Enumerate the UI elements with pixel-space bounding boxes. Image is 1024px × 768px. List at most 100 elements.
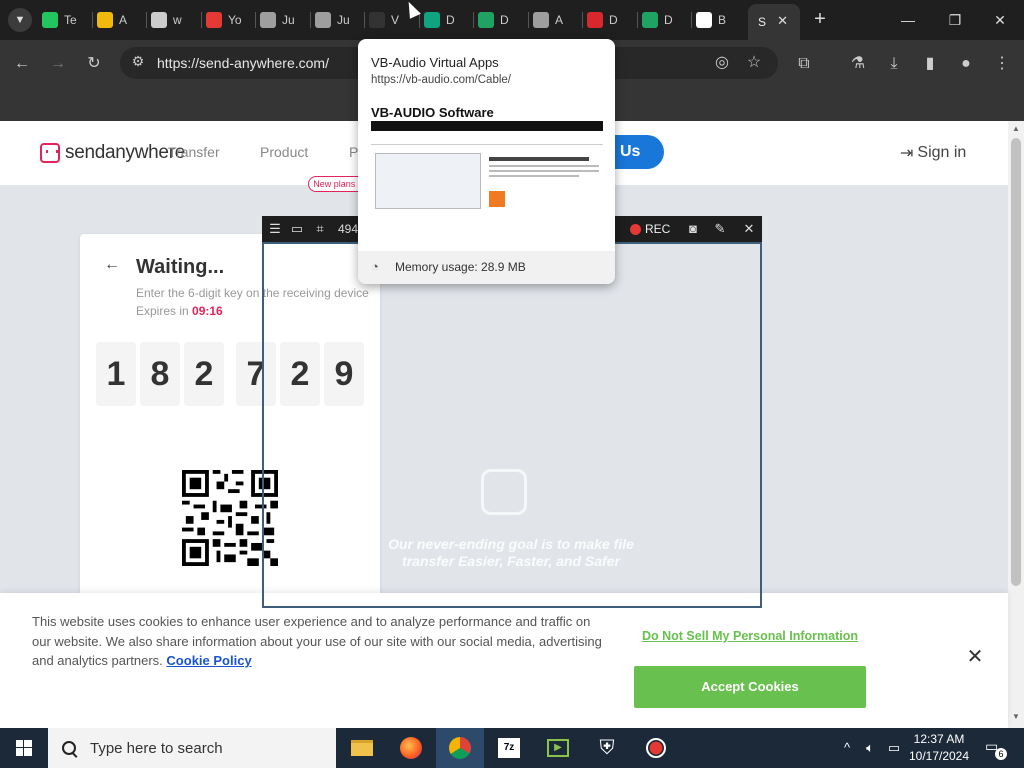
security-shield-icon[interactable]: ⛨ (583, 728, 631, 768)
camera-icon[interactable]: ◙ (684, 216, 702, 242)
scroll-up-icon[interactable]: ▲ (1008, 124, 1024, 138)
tab-label: V (391, 13, 400, 27)
tab-label: A (119, 13, 128, 27)
browser-tab[interactable]: w (151, 8, 197, 32)
screen-recorder-icon[interactable] (632, 728, 680, 768)
tab-separator (473, 12, 474, 28)
preview-tabs (371, 137, 603, 145)
key-digit: 2 (184, 342, 224, 406)
tab-active[interactable]: S ✕ (748, 4, 800, 40)
notification-icon[interactable]: ▭ 6 (985, 738, 1007, 760)
browser-tab[interactable]: A (533, 8, 579, 32)
forward-icon[interactable]: → (46, 52, 70, 76)
network-icon[interactable]: ▭ (884, 728, 904, 768)
cookie-policy-link[interactable]: Cookie Policy (166, 653, 251, 668)
minimize-button[interactable]: — (888, 6, 928, 34)
restore-button[interactable]: ❐ (935, 6, 975, 34)
chevron-down-icon: ▼ (14, 14, 26, 26)
eye-off-icon[interactable]: ◎ (710, 51, 734, 75)
site-settings-icon[interactable]: ⚙ (128, 53, 148, 73)
browser-tab[interactable]: B (696, 8, 742, 32)
browser-tab[interactable]: Te (42, 8, 88, 32)
file-explorer-icon[interactable] (338, 728, 386, 768)
scrollbar-thumb[interactable] (1011, 138, 1021, 586)
logo-text[interactable]: sendanywhere (65, 142, 185, 164)
tab-label: D (609, 13, 618, 27)
camtasia-icon[interactable]: ▶ (534, 728, 582, 768)
back-icon[interactable]: ← (10, 52, 34, 76)
profile-avatar-icon[interactable]: ● (954, 52, 978, 76)
clock-time: 12:37 AM (913, 732, 965, 746)
memory-usage-row: ◔ Memory usage: 28.9 MB (358, 251, 615, 284)
close-icon[interactable]: ✕ (964, 646, 986, 668)
preview-navbar (371, 121, 603, 131)
tab-label: Te (64, 13, 77, 27)
browser-tab[interactable]: Yo (206, 8, 252, 32)
tab-search-button[interactable]: ▼ (8, 8, 32, 32)
vb-audio-favicon-icon (369, 12, 385, 28)
taskbar-search[interactable]: Type here to search (48, 728, 336, 768)
tab-hover-preview: VB-Audio Virtual Apps https://vb-audio.c… (358, 39, 615, 284)
search-placeholder: Type here to search (90, 739, 223, 757)
close-icon[interactable]: ✕ (740, 216, 758, 242)
accept-cookies-button[interactable]: Accept Cookies (634, 666, 866, 708)
extensions-icon[interactable]: ⧉ (792, 52, 816, 76)
7zip-icon[interactable]: 7z (485, 728, 533, 768)
tab-label: D (446, 13, 455, 27)
key-digit: 1 (96, 342, 136, 406)
chrome-icon[interactable] (436, 728, 484, 768)
preview-thumbnail: VB-AUDIO Software (371, 101, 603, 213)
close-window-button[interactable]: ✕ (980, 6, 1020, 34)
menu-kebab-icon[interactable]: ⋮ (990, 52, 1014, 76)
cookie-banner: This website uses cookies to enhance use… (0, 593, 1008, 728)
preview-url: https://vb-audio.com/Cable/ (371, 74, 511, 86)
nav-product[interactable]: Product (260, 144, 308, 160)
labs-flask-icon[interactable]: ⚗ (846, 52, 870, 76)
browser-tab[interactable]: Ju (260, 8, 306, 32)
new-tab-button[interactable]: + (808, 8, 832, 32)
do-not-sell-link[interactable]: Do Not Sell My Personal Information (642, 629, 858, 643)
nav-pricing[interactable]: P (349, 144, 358, 160)
window-select-icon[interactable]: ▭ (288, 216, 306, 242)
sheets-favicon-icon (478, 12, 494, 28)
nav-transfer[interactable]: Transfer (168, 144, 220, 160)
pen-icon[interactable]: ✎ (711, 216, 729, 242)
download-icon[interactable]: ⤓ (882, 52, 906, 76)
sign-in-link[interactable]: ⇥ Sign in (900, 143, 966, 163)
region-select-icon[interactable]: ⌗ (311, 216, 329, 242)
hamburger-menu-icon[interactable]: ☰ (266, 216, 284, 242)
bookmark-star-icon[interactable]: ☆ (742, 51, 766, 75)
browser-tab[interactable]: Ju (315, 8, 361, 32)
tab-label: D (500, 13, 509, 27)
gauge-icon: ◔ (371, 259, 379, 274)
windows-start-icon[interactable] (0, 728, 48, 768)
expires-time: 09:16 (192, 304, 223, 318)
taskbar-clock[interactable]: 12:37 AM 10/17/2024 (904, 731, 974, 765)
tab-separator (201, 12, 202, 28)
sign-in-icon: ⇥ (900, 145, 914, 162)
url-text[interactable]: https://send-anywhere.com/ (157, 55, 329, 71)
scroll-down-icon[interactable]: ▼ (1008, 712, 1024, 726)
tray-chevron-up-icon[interactable]: ^ (838, 728, 856, 768)
record-button[interactable]: REC (630, 216, 670, 242)
close-tab-icon[interactable]: ✕ (777, 13, 788, 29)
firefox-icon[interactable] (387, 728, 435, 768)
browser-tab[interactable]: D (478, 8, 524, 32)
waiting-title: Waiting... (136, 256, 225, 278)
record-dot-icon (630, 223, 641, 235)
browser-tab[interactable]: D (642, 8, 688, 32)
browser-tab[interactable]: A (97, 8, 143, 32)
download-favicon-icon (206, 12, 222, 28)
browser-tab[interactable]: D (587, 8, 633, 32)
capture-region-frame[interactable] (262, 242, 762, 608)
memory-usage-text: Memory usage: 28.9 MB (395, 260, 526, 274)
back-arrow-icon[interactable]: ← (104, 256, 120, 274)
tab-label: Ju (282, 13, 295, 27)
side-panel-icon[interactable]: ▮ (918, 52, 942, 76)
sendanywhere-logo-icon[interactable] (40, 143, 60, 163)
tab-separator (310, 12, 311, 28)
volume-icon[interactable]: 🔈︎ (860, 728, 880, 768)
reload-icon[interactable]: ↻ (82, 52, 106, 76)
browser-tab[interactable]: D (424, 8, 470, 32)
preview-line (489, 175, 579, 177)
